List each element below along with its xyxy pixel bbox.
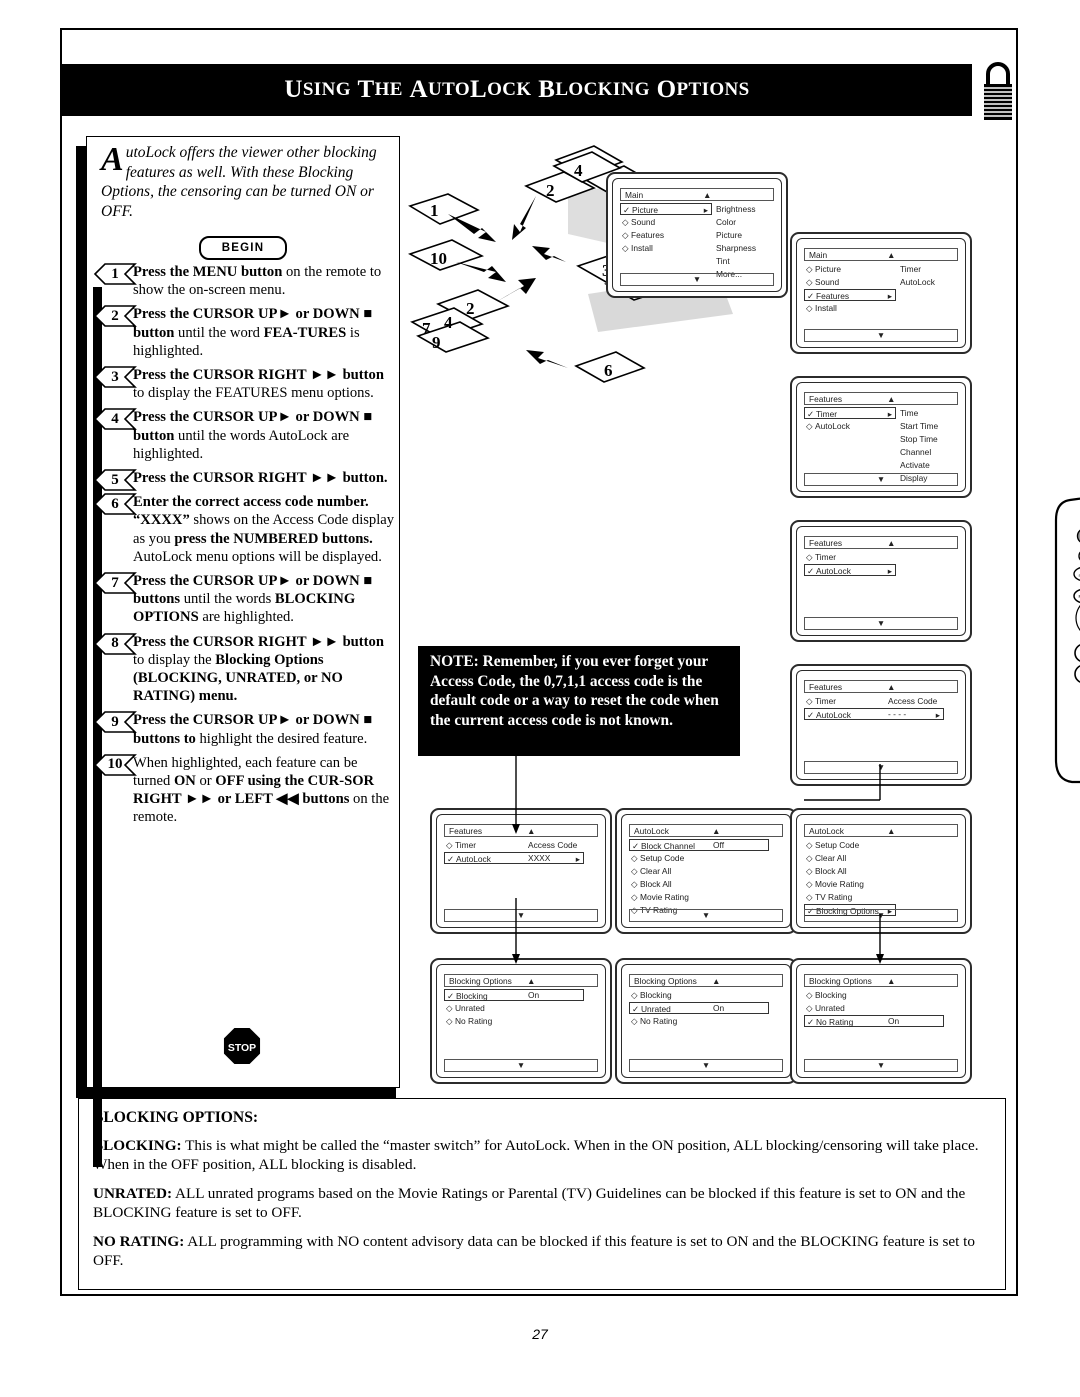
blocking-options-description: BLOCKING OPTIONS: BLOCKING: This is what… <box>78 1098 1006 1290</box>
step-number: 1 <box>111 265 119 282</box>
connector-lines <box>512 748 884 964</box>
step-text: Press the CURSOR RIGHT ►► button to disp… <box>133 367 384 402</box>
intro-text: utoLock offers the viewer other blocking… <box>101 144 377 220</box>
illustration-area: POWER TV AV AUTO SOUND DO AUTO PICTURE S… <box>408 136 1080 1096</box>
step-number: 4 <box>111 410 119 427</box>
step-number-badge: 5 <box>93 469 137 491</box>
instruction-panel: AutoLock offers the viewer other blockin… <box>86 136 400 1167</box>
step-number: 3 <box>111 368 119 385</box>
step-number: 10 <box>107 756 123 773</box>
step-text: Press the CURSOR UP► or DOWN ■ buttons t… <box>133 712 373 747</box>
step-text: Press the MENU button on the remote to s… <box>133 264 382 299</box>
step-4: 4 Press the CURSOR UP► or DOWN ■ button u… <box>93 408 395 463</box>
step-9: 9 Press the CURSOR UP► or DOWN ■ buttons … <box>93 711 395 747</box>
step-number: 9 <box>111 713 119 730</box>
step-number: 5 <box>111 471 119 488</box>
description-term: UNRATED: <box>93 1185 173 1203</box>
step-number-badge: 1 <box>93 263 137 285</box>
step-text: Press the CURSOR UP► or DOWN ■ buttons u… <box>133 573 373 626</box>
remote-control-illustration: POWER TV AV AUTO SOUND DO AUTO PICTURE S… <box>1054 497 1080 784</box>
step-7: 7 Press the CURSOR UP► or DOWN ■ buttons … <box>93 572 395 627</box>
step-number: 6 <box>111 495 119 512</box>
manual-page: U SING T HE A UTO L OCK B LOCKING O PTIONS Auto… <box>0 0 1080 1397</box>
intro-dropcap: A <box>101 141 124 178</box>
begin-badge: BEGIN <box>199 236 287 260</box>
step-3: 3 Press the CURSOR RIGHT ►► button to dis… <box>93 366 395 402</box>
step-text: Press the CURSOR RIGHT ►► button. <box>133 470 388 487</box>
step-number-badge: 9 <box>93 711 137 734</box>
page-title: U SING T HE A UTO L OCK B LOCKING O PTIONS <box>284 76 750 103</box>
step-list: 1 Press the MENU button on the remote to … <box>93 263 395 833</box>
description-term: NO RATING: <box>93 1233 185 1251</box>
page-title-bar: U SING T HE A UTO L OCK B LOCKING O PTIONS <box>62 64 972 116</box>
step-text: Press the CURSOR UP► or DOWN ■ button un… <box>133 306 373 359</box>
step-6: 6 Enter the correct access code number. “… <box>93 493 395 566</box>
step-number: 2 <box>111 307 119 324</box>
step-8: 8 Press the CURSOR RIGHT ►► button to dis… <box>93 632 395 706</box>
step-1: 1 Press the MENU button on the remote to … <box>93 263 395 299</box>
note-box: NOTE: Remember, if you ever forget your … <box>418 646 740 756</box>
step-number-badge: 6 <box>93 493 137 516</box>
padlock-icon <box>984 62 1012 120</box>
description-paragraph: BLOCKING: This is what might be called t… <box>93 1137 979 1173</box>
step-number: 7 <box>111 574 119 591</box>
description-term: BLOCKING: <box>93 1137 182 1154</box>
step-text: Press the CURSOR RIGHT ►► button to disp… <box>133 633 384 705</box>
step-text: When highlighted, each feature can be tu… <box>133 754 390 826</box>
stop-icon: STOP <box>223 1027 261 1065</box>
step-number-badge: 8 <box>93 632 137 655</box>
step-number-badge: 4 <box>93 408 137 431</box>
intro-paragraph: AutoLock offers the viewer other blockin… <box>101 143 387 221</box>
description-paragraph: UNRATED: ALL unrated programs based on t… <box>93 1185 966 1221</box>
step-5: 5 Press the CURSOR RIGHT ►► button. <box>93 469 395 491</box>
step-text: Enter the correct access code number. “X… <box>133 494 395 565</box>
svg-text:STOP: STOP <box>228 1043 256 1054</box>
step-number-badge: 2 <box>93 305 137 328</box>
step-10: 10 When highlighted, each feature can be … <box>93 754 395 827</box>
step-number-badge: 10 <box>93 754 137 776</box>
description-paragraphs: BLOCKING: This is what might be called t… <box>93 1137 991 1271</box>
description-paragraph: NO RATING: ALL programming with NO conte… <box>93 1233 975 1269</box>
step-number-badge: 7 <box>93 572 137 594</box>
step-number-badge: 3 <box>93 366 137 388</box>
step-2: 2 Press the CURSOR UP► or DOWN ■ button u… <box>93 305 395 360</box>
description-heading: BLOCKING OPTIONS: <box>93 1109 259 1126</box>
step-text: Press the CURSOR UP► or DOWN ■ button un… <box>133 409 373 462</box>
step-number: 8 <box>111 635 119 652</box>
page-number: 27 <box>532 1326 548 1342</box>
